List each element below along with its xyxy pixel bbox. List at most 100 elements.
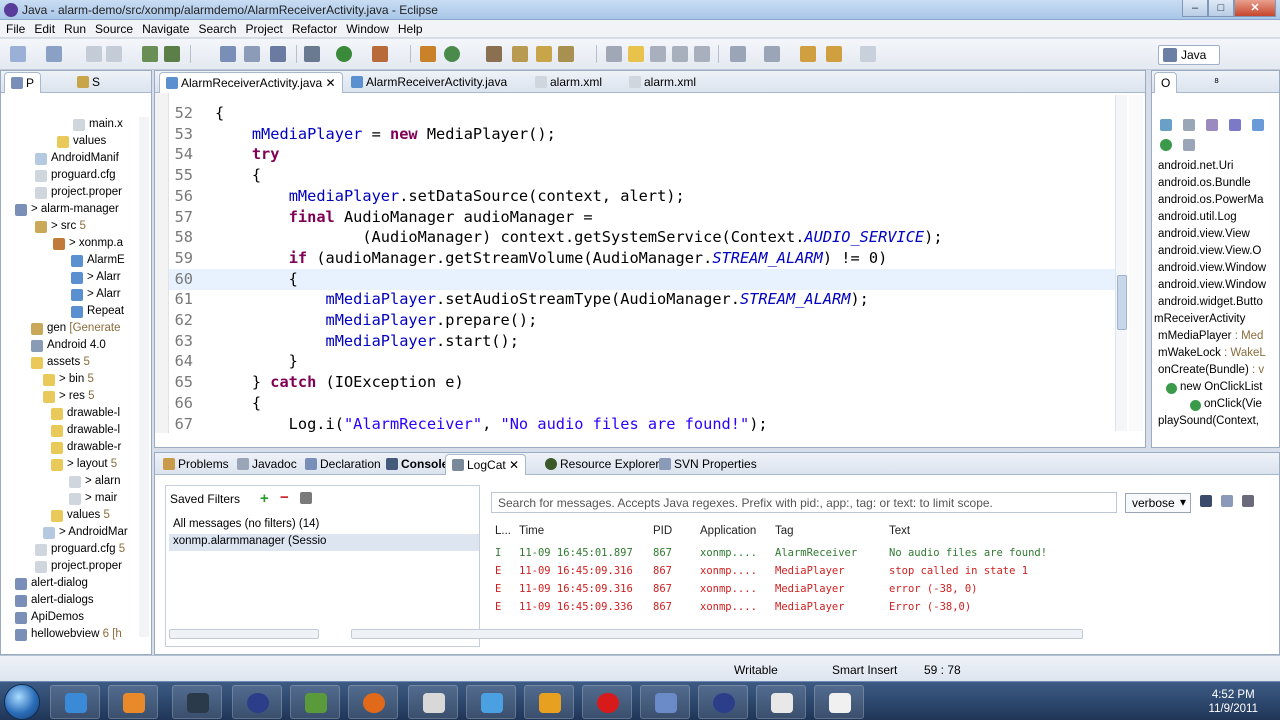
taskbar-ie[interactable]	[50, 685, 100, 719]
code-line[interactable]: 61 mMediaPlayer.setAudioStreamType(Audio…	[169, 289, 1119, 310]
log-row[interactable]: E 11-09 16:45:09.316 867 xonmp.... MediaPlay…	[491, 564, 1280, 582]
tab-resource-explorer[interactable]: Resource Explorer	[539, 454, 665, 475]
taskbar-eclipse-2[interactable]	[698, 685, 748, 719]
menu-source[interactable]: Source	[93, 22, 140, 36]
sync-icon[interactable]	[1160, 119, 1172, 131]
code-line[interactable]: 67 Log.i("AlarmReceiver", "No audio file…	[169, 414, 1119, 434]
taskbar-virtualbox[interactable]	[640, 685, 690, 719]
add-filter-icon[interactable]: +	[260, 490, 269, 507]
taskbar-media-player[interactable]	[108, 685, 158, 719]
highlight-icon[interactable]	[628, 46, 644, 62]
tab-declaration[interactable]: Declaration	[299, 454, 387, 475]
new-xml-icon[interactable]	[244, 46, 260, 62]
menu-file[interactable]: File	[4, 22, 32, 36]
tree-scrollbar[interactable]	[139, 117, 149, 637]
tab-outline[interactable]: O	[1154, 72, 1178, 93]
col-pid[interactable]: PID	[653, 525, 672, 543]
tab-package-explorer[interactable]: P	[4, 72, 42, 93]
prev-annotation-icon[interactable]	[764, 46, 780, 62]
tab-alarm-xml-2[interactable]: alarm.xml	[623, 72, 702, 93]
close-button[interactable]: ✕	[1234, 0, 1276, 17]
tab-task-list[interactable]: ⁸	[1208, 72, 1225, 93]
menu-window[interactable]: Window	[344, 22, 396, 36]
code-line[interactable]: 58 (AudioManager) context.getSystemServi…	[169, 227, 1119, 248]
outline-item[interactable]: onClick(Vie	[1152, 397, 1278, 414]
open-type-icon[interactable]	[486, 46, 502, 62]
new-project-icon[interactable]	[220, 46, 236, 62]
taskbar-firefox[interactable]	[348, 685, 398, 719]
log-level-select[interactable]: verbose ▾	[1125, 493, 1191, 513]
code-line[interactable]: 65 } catch (IOException e)	[169, 372, 1119, 393]
last-edit-icon[interactable]	[800, 46, 816, 62]
new-class-icon[interactable]	[420, 46, 436, 62]
menu-navigate[interactable]: Navigate	[140, 22, 196, 36]
code-area[interactable]: 52{53 mMediaPlayer = new MediaPlayer(); 5…	[155, 93, 1145, 433]
log-row[interactable]: I 11-09 16:45:01.897 867 xonmp.... AlarmRece…	[491, 546, 1280, 564]
menu-search[interactable]: Search	[196, 22, 243, 36]
collapse-all-icon[interactable]	[1183, 119, 1195, 131]
code-line[interactable]: 57 final AudioManager audioManager =	[169, 207, 1119, 228]
tab-console[interactable]: Console	[380, 454, 454, 475]
menu-edit[interactable]: Edit	[32, 22, 62, 36]
logcat-horizontal-scrollbar[interactable]	[351, 629, 1083, 639]
outline-item[interactable]: android.os.PowerMa	[1152, 193, 1278, 210]
menu-project[interactable]: Project	[243, 22, 289, 36]
minimize-button[interactable]: –	[1182, 0, 1208, 17]
outline-menu-icon[interactable]	[1183, 139, 1195, 151]
code-line[interactable]: 59 if (audioManager.getStreamVolume(Audi…	[169, 248, 1119, 269]
forward-icon[interactable]	[860, 46, 876, 62]
tab-alarm-xml[interactable]: alarm.xml	[529, 72, 608, 93]
outline-item[interactable]: android.view.Window	[1152, 261, 1278, 278]
code-line[interactable]: 60 {	[169, 268, 1119, 290]
filter-all-messages[interactable]: All messages (no filters) (14)	[169, 517, 479, 534]
block-select-icon[interactable]	[650, 46, 666, 62]
search-icon[interactable]	[536, 46, 552, 62]
outline-item[interactable]: mMediaPlayer : Med	[1152, 329, 1278, 346]
col-application[interactable]: Application	[700, 525, 756, 543]
tab-svn-properties[interactable]: SVN Properties	[653, 454, 763, 475]
system-clock[interactable]: 4:52 PM 11/9/2011	[1209, 688, 1258, 716]
code-line[interactable]: 63 mMediaPlayer.start();	[169, 331, 1119, 352]
code-line[interactable]: 66 {	[169, 393, 1119, 414]
col-tag[interactable]: Tag	[775, 525, 794, 543]
editor-vertical-scrollbar[interactable]	[1115, 95, 1127, 431]
code-line[interactable]: 55 {	[169, 165, 1119, 186]
outline-item[interactable]: playSound(Context,	[1152, 414, 1278, 431]
hide-static-icon[interactable]	[1252, 119, 1264, 131]
new-package-icon[interactable]	[444, 46, 460, 62]
outline-item[interactable]: android.widget.Butto	[1152, 295, 1278, 312]
taskbar-app-9[interactable]	[524, 685, 574, 719]
outline-item[interactable]: new OnClickList	[1152, 380, 1278, 397]
code-line[interactable]: 62 mMediaPlayer.prepare();	[169, 310, 1119, 331]
menu-help[interactable]: Help	[396, 22, 430, 36]
outline-item[interactable]: mWakeLock : WakeL	[1152, 346, 1278, 363]
next-annotation-icon[interactable]	[730, 46, 746, 62]
outline-item[interactable]: mReceiverActivity	[1152, 312, 1278, 329]
close-tab-icon[interactable]: ✕	[509, 458, 519, 472]
open-task-icon[interactable]	[512, 46, 528, 62]
tab-javadoc[interactable]: Javadoc	[231, 454, 303, 475]
pen-icon[interactable]	[558, 46, 574, 62]
taskbar-app-7[interactable]	[408, 685, 458, 719]
outline-item[interactable]: android.view.View.O	[1152, 244, 1278, 261]
code-line[interactable]: 56 mMediaPlayer.setDataSource(context, a…	[169, 186, 1119, 207]
tab-alarm-receiver-activity-2[interactable]: AlarmReceiverActivity.java	[345, 72, 513, 93]
taskbar-app-8[interactable]	[466, 685, 516, 719]
show-whitespace-icon[interactable]	[672, 46, 688, 62]
save-all-icon[interactable]	[106, 46, 122, 62]
android-sdk-icon[interactable]	[142, 46, 158, 62]
clear-log-icon[interactable]	[1221, 495, 1233, 507]
code-line[interactable]: 54 try	[169, 144, 1119, 165]
code-line[interactable]: 64 }	[169, 351, 1119, 372]
outline-item[interactable]: android.view.View	[1152, 227, 1278, 244]
external-tools-icon[interactable]	[372, 46, 388, 62]
outline-item[interactable]: android.net.Uri	[1152, 159, 1278, 176]
filter-xonmp-alarmmanager[interactable]: xonmp.alarmmanager (Sessio	[169, 534, 479, 551]
hide-fields-icon[interactable]	[1229, 119, 1241, 131]
outline-item[interactable]: android.util.Log	[1152, 210, 1278, 227]
outline-item[interactable]: onCreate(Bundle) : v	[1152, 363, 1278, 380]
col-time[interactable]: Time	[519, 525, 544, 543]
new-type-icon[interactable]	[46, 46, 62, 62]
tab-outline-s[interactable]: S	[71, 72, 106, 93]
maximize-button[interactable]: □	[1208, 0, 1234, 17]
